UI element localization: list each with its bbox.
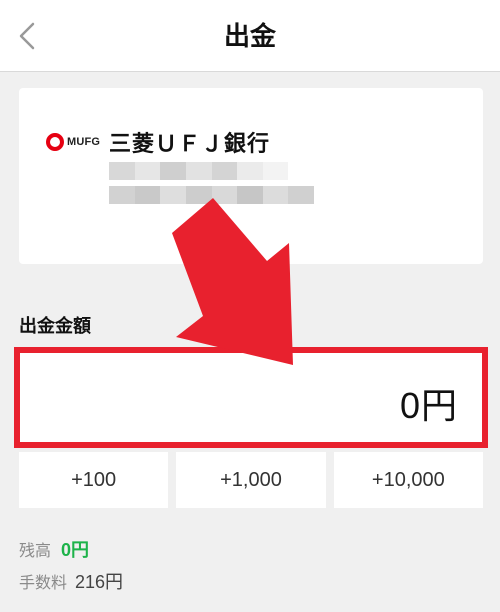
- add-100-button[interactable]: +100: [19, 452, 169, 508]
- amount-value: 0円: [399, 385, 458, 426]
- mufg-logo: MUFG: [46, 132, 100, 152]
- withdrawal-amount-label: 出金金額: [19, 316, 91, 336]
- fee-row: 手数料 216円: [19, 568, 123, 594]
- mufg-mark-icon: [46, 133, 64, 151]
- fee-value: 216円: [75, 572, 124, 592]
- add-1000-button[interactable]: +1,000: [176, 452, 326, 508]
- amount-input[interactable]: 0円: [14, 347, 488, 448]
- mufg-logo-text: MUFG: [67, 136, 101, 148]
- balance-row: 残高 0円: [19, 536, 89, 562]
- balance-value: 0円: [61, 540, 90, 560]
- bank-name: 三菱ＵＦＪ銀行: [109, 131, 271, 156]
- add-10000-button[interactable]: +10,000: [333, 452, 483, 508]
- app-header: 出金: [0, 0, 500, 72]
- balance-label: 残高: [19, 543, 52, 560]
- fee-label: 手数料: [19, 575, 68, 592]
- page-title: 出金: [223, 21, 276, 51]
- bank-account-card[interactable]: MUFG 三菱ＵＦＪ銀行: [19, 88, 483, 264]
- account-number-redacted: [109, 162, 314, 214]
- quick-add-buttons: +100 +1,000 +10,000: [19, 452, 483, 508]
